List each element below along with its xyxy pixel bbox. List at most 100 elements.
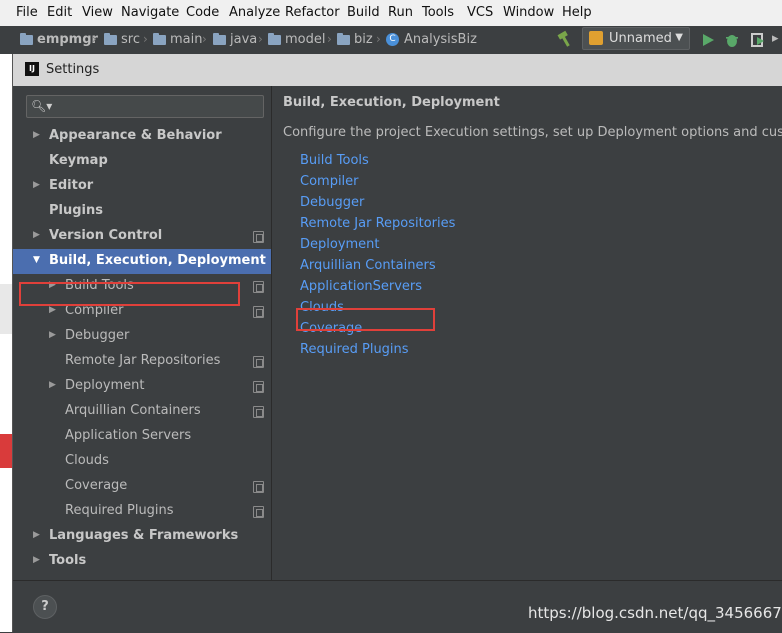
tree-item-label: Application Servers — [65, 428, 192, 443]
chevron-right-icon[interactable]: ▶ — [33, 555, 43, 565]
settings-link[interactable]: Required Plugins — [300, 342, 409, 357]
tree-item-label: Editor — [49, 178, 94, 193]
breadcrumb-biz[interactable]: biz — [337, 32, 373, 47]
project-scope-icon — [253, 281, 264, 293]
menu-window[interactable]: Window — [503, 5, 554, 20]
intellij-logo-icon: IJ — [25, 62, 39, 76]
breadcrumb-main[interactable]: main — [153, 32, 202, 47]
project-scope-icon — [253, 506, 264, 518]
chevron-right-icon: › — [143, 32, 148, 46]
tree-item-label: Remote Jar Repositories — [65, 353, 221, 368]
menu-file[interactable]: File — [16, 5, 38, 20]
tree-item[interactable]: ▶ Version Control — [13, 224, 271, 249]
tree-item[interactable]: Keymap — [13, 149, 271, 174]
chevron-right-icon: › — [258, 32, 263, 46]
menu-refactor[interactable]: Refactor — [285, 5, 340, 20]
settings-link[interactable]: Compiler — [300, 174, 359, 189]
tree-item-label: Tools — [49, 553, 87, 568]
project-scope-icon — [253, 481, 264, 493]
breadcrumb-src[interactable]: src — [104, 32, 140, 47]
folder-icon — [153, 32, 166, 45]
tree-item[interactable]: Arquillian Containers — [13, 399, 271, 424]
tree-item[interactable]: ▶ Debugger — [13, 324, 271, 349]
menu-vcs[interactable]: VCS — [467, 5, 493, 20]
settings-link[interactable]: Debugger — [300, 195, 364, 210]
tree-item[interactable]: Required Plugins — [13, 499, 271, 524]
chevron-right-icon[interactable]: ▶ — [33, 530, 43, 540]
run-icon[interactable] — [700, 32, 716, 48]
tree-item-label: Keymap — [49, 153, 108, 168]
menu-bar: File Edit View Navigate Code Analyze Ref… — [0, 0, 782, 27]
tree-item[interactable]: Remote Jar Repositories — [13, 349, 271, 374]
settings-link[interactable]: Build Tools — [300, 153, 369, 168]
tree-item-label: Plugins — [49, 203, 103, 218]
tree-item-label: Deployment — [65, 378, 145, 393]
menu-code[interactable]: Code — [186, 5, 219, 20]
hammer-build-icon[interactable] — [556, 30, 574, 48]
tree-item[interactable]: ▶ Editor — [13, 174, 271, 199]
run-configuration-dropdown[interactable]: Unnamed ▼ — [582, 27, 690, 50]
tree-item-label: Appearance & Behavior — [49, 128, 222, 143]
folder-icon — [268, 32, 281, 45]
tree-item-label: Debugger — [65, 328, 130, 343]
tree-item[interactable]: Application Servers — [13, 424, 271, 449]
tree-item-label: Languages & Frameworks — [49, 528, 239, 543]
section-title: Build, Execution, Deployment — [283, 95, 500, 110]
settings-link[interactable]: ApplicationServers — [300, 279, 422, 294]
settings-link[interactable]: Remote Jar Repositories — [300, 216, 455, 231]
settings-link[interactable]: Deployment — [300, 237, 380, 252]
tree-item-label: Version Control — [49, 228, 163, 243]
menu-navigate[interactable]: Navigate — [121, 5, 179, 20]
class-icon: C — [386, 33, 399, 46]
folder-icon — [104, 32, 117, 45]
watermark: https://blog.csdn.net/qq_34566673 — [528, 604, 782, 622]
project-scope-icon — [253, 306, 264, 318]
chevron-right-icon: › — [376, 32, 381, 46]
menu-help[interactable]: Help — [562, 5, 592, 20]
tree-item[interactable]: Plugins — [13, 199, 271, 224]
run-config-icon — [589, 31, 603, 45]
tree-item[interactable]: Coverage — [13, 474, 271, 499]
menu-build[interactable]: Build — [347, 5, 380, 20]
tree-item[interactable]: ▶ Tools — [13, 549, 271, 574]
chevron-right-icon[interactable]: ▶ — [49, 330, 59, 340]
background-editor-edge — [0, 54, 12, 632]
settings-search-input[interactable]: 🔍︎▾ — [26, 95, 264, 118]
coverage-icon[interactable] — [750, 32, 766, 48]
chevron-right-icon[interactable]: ▶ — [33, 130, 43, 140]
breadcrumb-project[interactable]: empmgr — [20, 32, 98, 47]
menu-view[interactable]: View — [82, 5, 113, 20]
settings-link[interactable]: Arquillian Containers — [300, 258, 436, 273]
debug-icon[interactable] — [724, 32, 740, 48]
more-toolbar-icon[interactable]: ▸ — [772, 31, 779, 46]
chevron-down-icon: ▼ — [675, 32, 683, 43]
menu-run[interactable]: Run — [388, 5, 413, 20]
chevron-right-icon[interactable]: ▶ — [49, 380, 59, 390]
tree-item[interactable]: Clouds — [13, 449, 271, 474]
breadcrumb-model[interactable]: model — [268, 32, 325, 47]
settings-tree-pane: 🔍︎▾ ▶ Appearance & Behavior Keymap ▶ Editor P… — [13, 86, 272, 580]
settings-dialog: IJ Settings 🔍︎▾ ▶ Appearance & Behavior Ke… — [12, 54, 782, 633]
chevron-right-icon[interactable]: ▶ — [49, 305, 59, 315]
background-red-strip — [0, 434, 12, 468]
breadcrumb-java[interactable]: java — [213, 32, 257, 47]
background-strip — [0, 284, 12, 334]
tree-item[interactable]: ▶ Languages & Frameworks — [13, 524, 271, 549]
highlight-box-application-servers — [296, 308, 435, 331]
project-scope-icon — [253, 231, 264, 243]
menu-analyze[interactable]: Analyze — [229, 5, 280, 20]
chevron-right-icon[interactable]: ▶ — [33, 230, 43, 240]
tree-item-label: Required Plugins — [65, 503, 174, 518]
help-button[interactable]: ? — [33, 595, 57, 619]
tree-item[interactable]: ▼ Build, Execution, Deployment — [13, 249, 271, 274]
tree-item[interactable]: ▶ Appearance & Behavior — [13, 124, 271, 149]
chevron-down-icon[interactable]: ▼ — [33, 255, 43, 265]
menu-edit[interactable]: Edit — [47, 5, 72, 20]
dialog-title: Settings — [46, 62, 100, 77]
project-scope-icon — [253, 406, 264, 418]
chevron-right-icon[interactable]: ▶ — [33, 180, 43, 190]
folder-icon — [337, 32, 350, 45]
menu-tools[interactable]: Tools — [422, 5, 454, 20]
breadcrumb-class[interactable]: C AnalysisBiz — [386, 32, 477, 47]
tree-item[interactable]: ▶ Deployment — [13, 374, 271, 399]
